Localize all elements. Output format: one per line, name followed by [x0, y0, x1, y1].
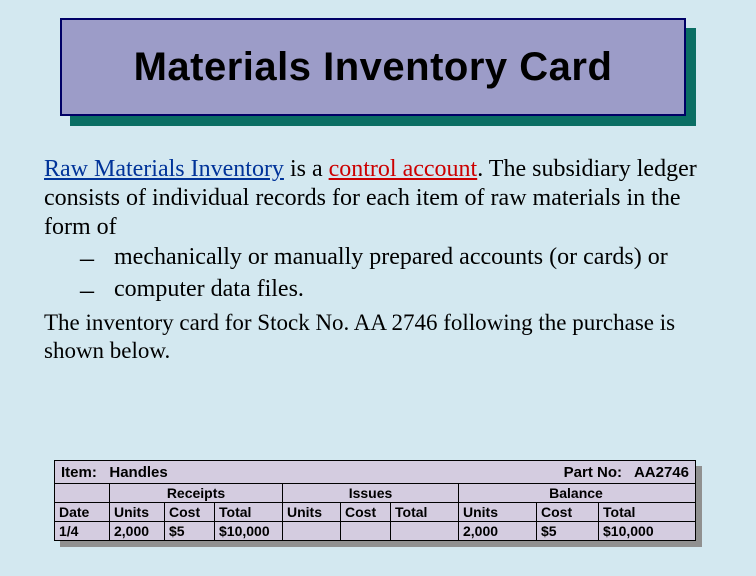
inventory-card: Item: Handles Part No: AA2746 Receipts I…	[54, 460, 702, 547]
term-control-account: control account	[329, 156, 478, 182]
bullet-list: – mechanically or manually prepared acco…	[80, 243, 716, 305]
paragraph-2: The inventory card for Stock No. AA 2746…	[44, 309, 716, 364]
section-date-spacer	[55, 484, 110, 502]
hdr-rec-units: Units	[110, 503, 165, 521]
card-header-row: Item: Handles Part No: AA2746	[55, 461, 695, 484]
cell-iss-total	[391, 522, 459, 541]
card-box: Item: Handles Part No: AA2746 Receipts I…	[54, 460, 696, 541]
cell-date: 1/4	[55, 522, 110, 541]
hdr-bal-total: Total	[599, 503, 693, 521]
item-block: Item: Handles	[61, 464, 168, 482]
hdr-rec-total: Total	[215, 503, 283, 521]
item-label: Item:	[61, 464, 97, 481]
section-issues: Issues	[283, 484, 459, 502]
dash-icon: –	[80, 275, 114, 305]
section-balance: Balance	[459, 484, 693, 502]
dash-icon: –	[80, 243, 114, 273]
cell-bal-cost: $5	[537, 522, 599, 541]
slide-title: Materials Inventory Card	[134, 45, 613, 90]
hdr-bal-units: Units	[459, 503, 537, 521]
p1-mid1: is a	[284, 156, 329, 182]
part-label: Part No:	[564, 464, 622, 481]
list-item: – computer data files.	[80, 275, 716, 305]
cell-rec-cost: $5	[165, 522, 215, 541]
hdr-date: Date	[55, 503, 110, 521]
title-box: Materials Inventory Card	[60, 18, 686, 116]
slide-title-container: Materials Inventory Card	[60, 18, 696, 126]
section-header-row: Receipts Issues Balance	[55, 484, 695, 503]
column-header-row: Date Units Cost Total Units Cost Total U…	[55, 503, 695, 522]
paragraph-1: Raw Materials Inventory is a control acc…	[44, 155, 716, 241]
cell-rec-units: 2,000	[110, 522, 165, 541]
part-value: AA2746	[634, 464, 689, 481]
item-value: Handles	[109, 464, 167, 481]
hdr-bal-cost: Cost	[537, 503, 599, 521]
card-grid: Receipts Issues Balance Date Units Cost …	[55, 484, 695, 541]
hdr-iss-cost: Cost	[341, 503, 391, 521]
section-receipts: Receipts	[110, 484, 283, 502]
hdr-rec-cost: Cost	[165, 503, 215, 521]
table-row: 1/4 2,000 $5 $10,000 2,000 $5 $10,000	[55, 522, 695, 541]
bullet-1-text: mechanically or manually prepared accoun…	[114, 243, 716, 272]
cell-bal-total: $10,000	[599, 522, 693, 541]
cell-iss-cost	[341, 522, 391, 541]
list-item: – mechanically or manually prepared acco…	[80, 243, 716, 273]
cell-rec-total: $10,000	[215, 522, 283, 541]
bullet-2-text: computer data files.	[114, 275, 716, 304]
part-block: Part No: AA2746	[564, 464, 689, 482]
hdr-iss-units: Units	[283, 503, 341, 521]
term-raw-materials: Raw Materials Inventory	[44, 156, 284, 182]
cell-bal-units: 2,000	[459, 522, 537, 541]
body-text: Raw Materials Inventory is a control acc…	[44, 155, 716, 365]
hdr-iss-total: Total	[391, 503, 459, 521]
cell-iss-units	[283, 522, 341, 541]
